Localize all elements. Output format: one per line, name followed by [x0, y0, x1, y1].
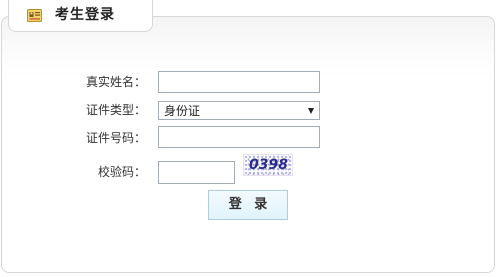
captcha-label: 校验码：	[98, 165, 147, 179]
id-number-label: 证件号码：	[86, 131, 147, 145]
panel-header-tab: 考生登录	[8, 0, 153, 32]
captcha-image-text: 0398	[249, 157, 288, 173]
chevron-down-icon	[308, 108, 314, 114]
captcha-input[interactable]	[158, 161, 235, 184]
id-type-select[interactable]: 身份证	[158, 101, 320, 120]
id-card-icon	[27, 8, 42, 23]
login-panel: 考生登录 真实姓名： 证件类型： 身份证 证件号码： 校验码： 0398 登 录	[0, 0, 499, 277]
login-button[interactable]: 登 录	[208, 190, 288, 220]
panel-title: 考生登录	[55, 7, 115, 23]
captcha-image[interactable]: 0398	[243, 154, 293, 176]
id-type-label: 证件类型：	[86, 103, 147, 117]
id-number-input[interactable]	[158, 126, 320, 148]
id-type-selected-value: 身份证	[164, 104, 201, 118]
real-name-label: 真实姓名：	[86, 75, 147, 89]
real-name-input[interactable]	[158, 71, 320, 93]
